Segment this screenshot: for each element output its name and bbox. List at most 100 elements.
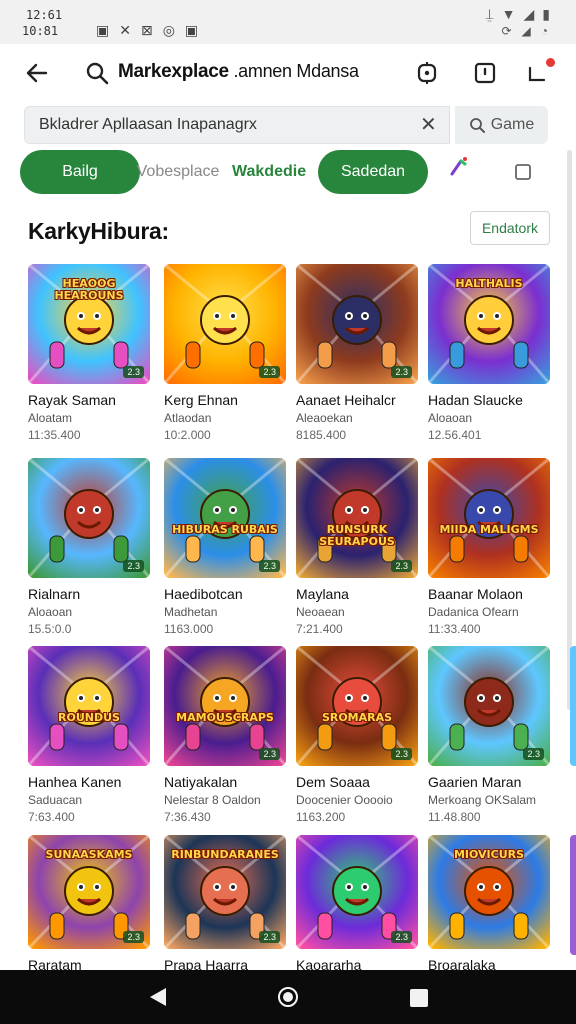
chip-sadedan[interactable]: Sadedan	[318, 150, 428, 194]
chat-icon: ◎	[162, 22, 175, 38]
game-card[interactable]: 2.3 Rialnarn Aloaoan 15.5:0.0	[28, 458, 150, 640]
game-art	[428, 458, 550, 578]
library-button[interactable]	[472, 60, 498, 86]
game-thumbnail[interactable]: 2.3	[164, 264, 286, 384]
chip-bailg[interactable]: Bailg	[20, 150, 140, 194]
game-download-count: 7:21.400	[296, 622, 343, 636]
back-button[interactable]	[24, 60, 52, 88]
game-thumbnail[interactable]: RUNSURK SEURAPOUS 2.3	[296, 458, 418, 578]
game-thumbnail[interactable]: HEAOOG HEAROUNS 2.3	[28, 264, 150, 384]
notifications-button[interactable]	[526, 58, 555, 86]
game-card[interactable]: HALTHALIS Hadan Slaucke Aloaoan 12.56.401	[428, 264, 550, 446]
game-card[interactable]: 2.3 Kerg Ehnan Atlaodan 10:2.000	[164, 264, 286, 446]
game-banner-text: HIBURAS RUBAIS	[172, 523, 278, 536]
lock-icon: ⍊	[485, 6, 494, 22]
rating-badge: 2.3	[123, 560, 144, 572]
game-filter-button[interactable]: Game	[455, 106, 548, 144]
game-developer: Saduacan	[28, 793, 83, 807]
game-thumbnail[interactable]: HALTHALIS	[428, 264, 550, 384]
game-title: Gaarien Maran	[428, 774, 522, 790]
game-download-count: 1163.000	[164, 622, 214, 636]
game-developer: Aloatam	[28, 411, 73, 425]
game-thumbnail[interactable]: MIIDA MALIGMS	[428, 458, 550, 578]
game-download-count: 11.48.800	[428, 810, 481, 824]
game-developer: Madhetan	[164, 605, 218, 619]
game-card[interactable]: ROUNDUS Hanhea Kanen Saduacan 7:63.400	[28, 646, 150, 828]
game-card[interactable]: RUNSURK SEURAPOUS 2.3 Maylana Neoaean 7:21.4…	[296, 458, 418, 640]
system-nav-bar	[0, 970, 576, 1024]
game-thumbnail[interactable]: MAMOUSCRAPS 2.3	[164, 646, 286, 766]
nav-home-icon[interactable]	[278, 987, 298, 1007]
game-card[interactable]: RINBUNDARANES 2.3 Prapa Haarra	[164, 835, 286, 973]
game-thumbnail[interactable]: 2.3	[296, 835, 418, 949]
sync-icon: ⟳	[501, 24, 512, 38]
nav-recents-icon[interactable]	[410, 989, 428, 1007]
game-title: Baanar Molaon	[428, 586, 523, 602]
signal-icon: ◢	[523, 6, 535, 22]
game-card[interactable]: HEAOOG HEAROUNS 2.3 Rayak Saman Aloatam 11:3…	[28, 264, 150, 446]
notification-icons: ▣ ✕ ⊠ ◎ ▣	[96, 22, 198, 39]
game-banner-text: MIOVICURS	[453, 848, 525, 861]
game-title: Haedibotcan	[164, 586, 243, 602]
shuffle-icon: ✕	[119, 22, 131, 38]
system-icons: ⍊ ▼ ◢ ▮	[485, 6, 550, 23]
game-banner-text: ROUNDUS	[58, 711, 120, 724]
game-filter-label: Game	[490, 116, 535, 133]
game-download-count: 7:36.430	[164, 810, 211, 824]
rating-badge: 2.3	[259, 748, 280, 760]
game-card[interactable]: MAMOUSCRAPS 2.3 Natiyakalan Nelestar 8 Oald…	[164, 646, 286, 828]
game-card[interactable]: MIIDA MALIGMS Baanar Molaon Dadanica Ofear…	[428, 458, 550, 640]
chip-wakdedie[interactable]: Wakdedie	[232, 150, 306, 194]
chip-square[interactable]	[508, 150, 538, 194]
game-banner-text: HALTHALIS	[455, 277, 523, 290]
install-button[interactable]	[414, 60, 440, 86]
search-input[interactable]: Bkladrer Apllaasan Inapanagrx	[24, 106, 450, 144]
title-main: Markexplace	[118, 61, 229, 82]
nav-back-icon[interactable]	[150, 988, 166, 1006]
section-more-button[interactable]: Endatork	[470, 211, 550, 245]
search-button[interactable]	[84, 60, 112, 88]
game-title: Aanaet Heihalcr	[296, 392, 396, 408]
game-card[interactable]: SROMARAS 2.3 Dem Soaaa Doocenier Ooooio 1163…	[296, 646, 418, 828]
game-thumbnail[interactable]: SROMARAS 2.3	[296, 646, 418, 766]
game-download-count: 11:35.400	[28, 428, 81, 442]
page-title: Markexplace .amnen Mdansa	[118, 61, 359, 83]
status-time: 12:61	[26, 8, 63, 22]
search-row: Bkladrer Apllaasan Inapanagrx ✕ Game	[24, 106, 548, 144]
game-thumbnail[interactable]: 2.3	[428, 646, 550, 766]
game-developer: Atlaodan	[164, 411, 212, 425]
game-thumbnail[interactable]: MIOVICURS	[428, 835, 550, 949]
game-card[interactable]: 2.3 Kaoararha	[296, 835, 418, 973]
game-card[interactable]: HIBURAS RUBAIS 2.3 Haedibotcan Madhetan 1163…	[164, 458, 286, 640]
signal-icon: ◢	[521, 24, 531, 38]
game-thumbnail[interactable]: RINBUNDARANES 2.3	[164, 835, 286, 949]
game-thumbnail[interactable]: 2.3	[28, 458, 150, 578]
app-icon: ▣	[184, 22, 199, 38]
game-card[interactable]: MIOVICURS Broaralaka	[428, 835, 550, 973]
next-card-peek	[570, 835, 576, 955]
chip-magic[interactable]	[444, 150, 474, 194]
game-download-count: 12.56.401	[428, 428, 482, 442]
game-thumbnail[interactable]: HIBURAS RUBAIS 2.3	[164, 458, 286, 578]
game-title: Maylana	[296, 586, 349, 602]
game-thumbnail[interactable]: 2.3	[296, 264, 418, 384]
status-bar: 12:61 10:81 ▣ ✕ ⊠ ◎ ▣ ⍊ ▼ ◢ ▮ ⟳ ◢ ◔	[0, 0, 576, 44]
rating-badge: 2.3	[391, 366, 412, 378]
notification-dot	[546, 58, 555, 67]
game-card[interactable]: 2.3 Gaarien Maran Merkoang OKSalam 11.48.80…	[428, 646, 550, 828]
scrollbar[interactable]	[567, 150, 572, 710]
game-thumbnail[interactable]: SUNAASKAMS 2.3	[28, 835, 150, 949]
game-card[interactable]: 2.3 Aanaet Heihalcr Aleaoekan 8185.400	[296, 264, 418, 446]
game-card[interactable]: SUNAASKAMS 2.3 Raratam	[28, 835, 150, 973]
game-thumbnail[interactable]: ROUNDUS	[28, 646, 150, 766]
clear-icon[interactable]: ✕	[420, 112, 437, 137]
game-download-count: 7:63.400	[28, 810, 75, 824]
game-download-count: 15.5:0.0	[28, 622, 72, 636]
game-title: Hanhea Kanen	[28, 774, 122, 790]
game-title: Dem Soaaa	[296, 774, 370, 790]
chip-vobesplace[interactable]: Vobesplace	[130, 150, 226, 194]
rating-badge: 2.3	[259, 560, 280, 572]
arrow-left-icon	[26, 63, 48, 83]
game-title: Rialnarn	[28, 586, 81, 602]
game-banner-text: SUNAASKAMS	[45, 848, 133, 861]
